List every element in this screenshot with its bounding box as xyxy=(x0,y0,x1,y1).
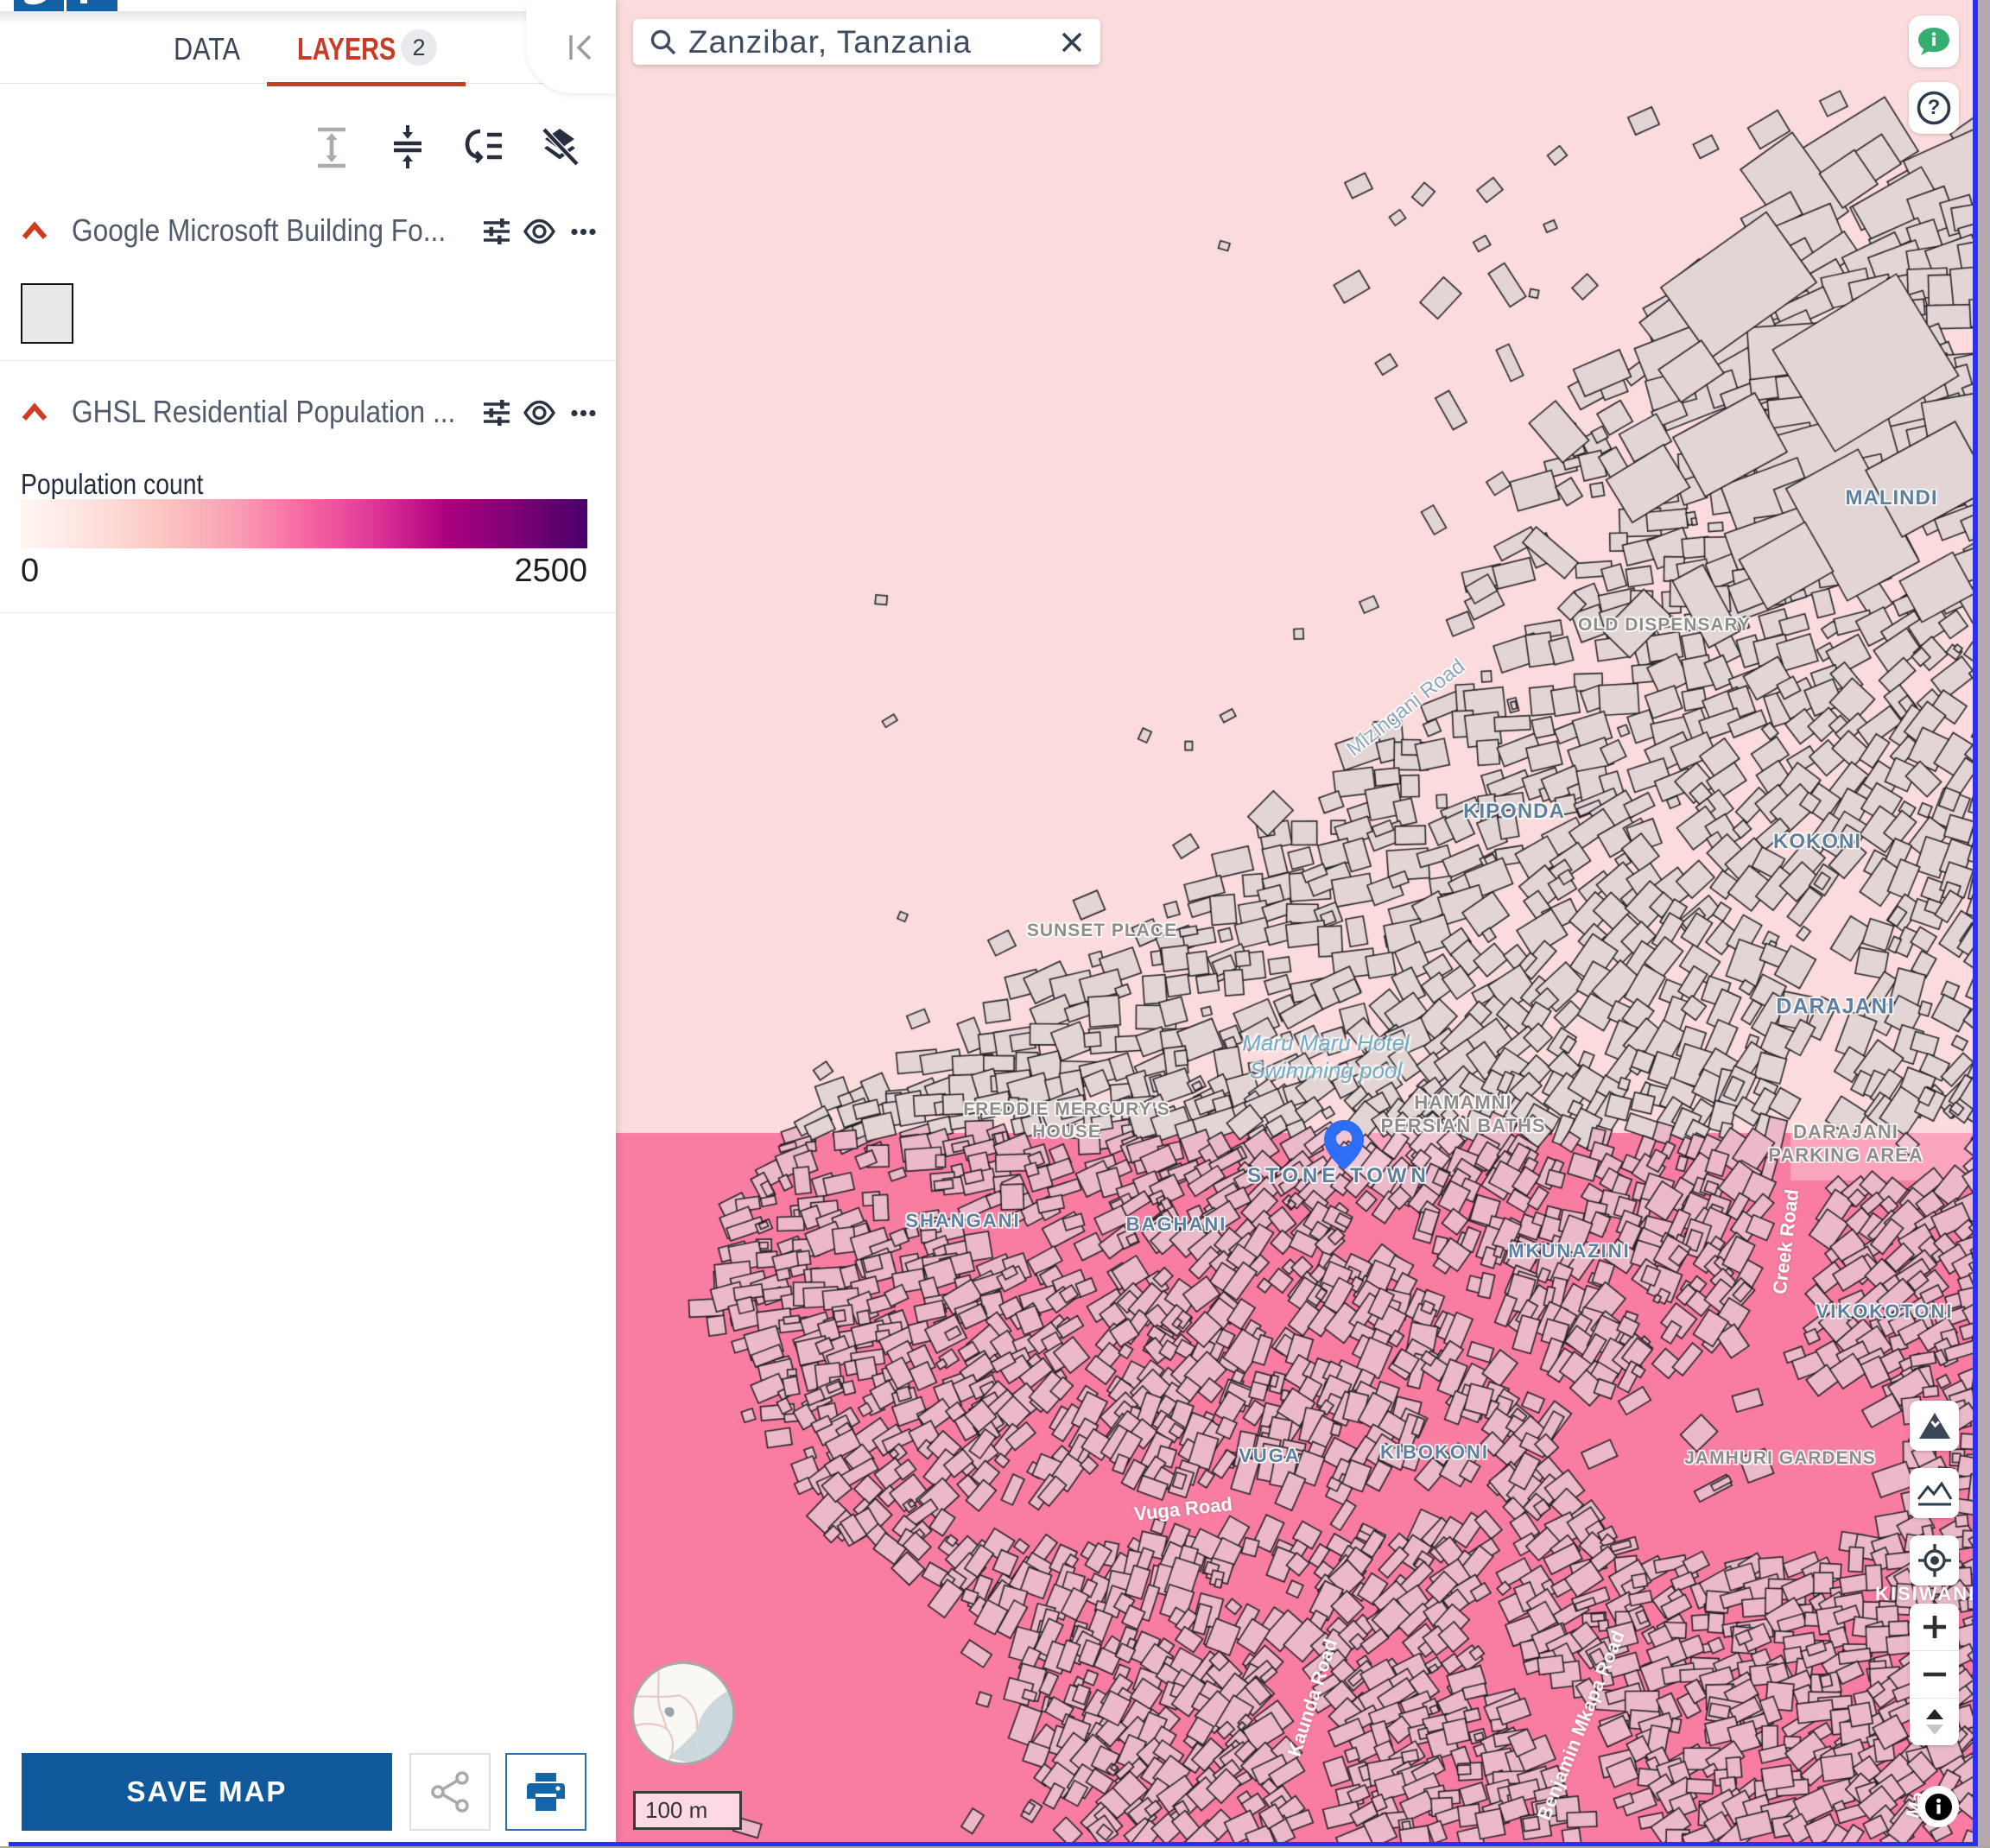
svg-text:?: ? xyxy=(1928,96,1941,119)
